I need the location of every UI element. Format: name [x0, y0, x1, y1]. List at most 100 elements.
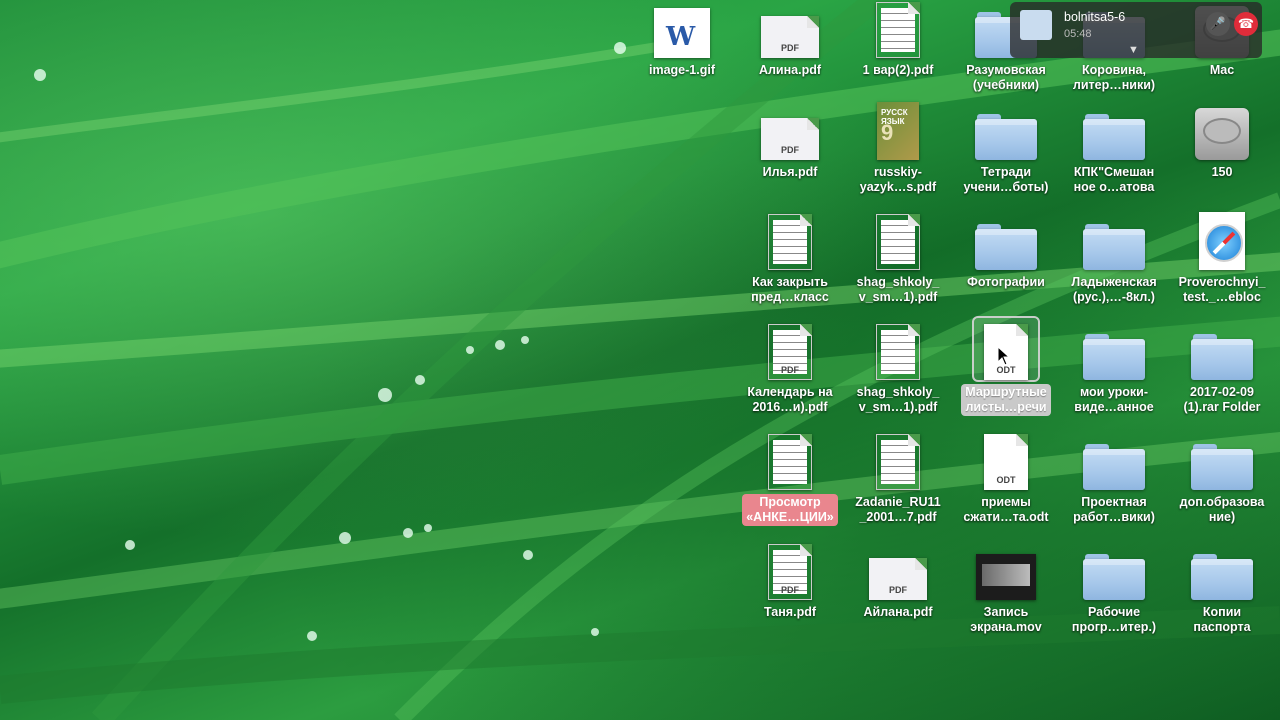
desktop-icon-label[interactable]: доп.образова ние): [1176, 494, 1269, 526]
desktop-icon[interactable]: Wimage-1.gif: [628, 0, 736, 106]
pdf-icon[interactable]: PDF: [758, 318, 822, 380]
desktop-icon-label[interactable]: Просмотр «АНКЕ…ЦИИ»: [742, 494, 838, 526]
desktop-icon-label[interactable]: Zadanie_RU11 _2001…7.pdf: [851, 494, 944, 526]
desktop-icon-label[interactable]: 2017-02-09 (1).rar Folder: [1179, 384, 1264, 416]
desktop-icon-label[interactable]: Коровина, литер…ники): [1069, 62, 1159, 94]
desktop-icon[interactable]: PDF Алина.pdf: [736, 0, 844, 106]
pdf-tag: PDF: [781, 365, 799, 375]
pdf-icon[interactable]: PDF: [758, 538, 822, 600]
desktop-icon[interactable]: PDF Календарь на 2016…и).pdf: [736, 318, 844, 428]
desktop-icon-label[interactable]: Разумовская (учебники): [962, 62, 1050, 94]
disk-icon[interactable]: [1190, 98, 1254, 160]
folder-icon[interactable]: [974, 208, 1038, 270]
pdf-wide-icon[interactable]: PDF: [866, 538, 930, 600]
pdf-wide-icon[interactable]: PDF: [758, 0, 822, 58]
desktop-icon[interactable]: ODT Маршрутные листы…речи: [952, 316, 1060, 428]
folder-icon[interactable]: [1082, 98, 1146, 160]
desktop-icon[interactable]: Просмотр «АНКЕ…ЦИИ»: [736, 428, 844, 538]
desktop-icon[interactable]: PDF Таня.pdf: [736, 538, 844, 648]
desktop-icon-label[interactable]: russkiy- yazyk…s.pdf: [856, 164, 940, 196]
desktop-icon-label[interactable]: Алина.pdf: [755, 62, 825, 79]
folder-icon[interactable]: [1082, 318, 1146, 380]
doc-lines-icon[interactable]: [758, 208, 822, 270]
desktop-icon-label[interactable]: Mac: [1206, 62, 1238, 79]
desktop-icon-label[interactable]: Маршрутные листы…речи: [961, 384, 1051, 416]
desktop-icon[interactable]: мои уроки- виде…анное: [1060, 318, 1168, 428]
desktop-icon[interactable]: Proverochnyi_ test._…ebloc: [1168, 208, 1276, 318]
desktop-icon[interactable]: 1 вар(2).pdf: [844, 0, 952, 106]
safari-icon[interactable]: [1190, 208, 1254, 270]
caller-avatar: [1020, 10, 1052, 40]
pdf-tag: PDF: [781, 145, 799, 155]
desktop-icon[interactable]: Тетради учени…боты): [952, 98, 1060, 208]
desktop-icon[interactable]: Zadanie_RU11 _2001…7.pdf: [844, 428, 952, 538]
desktop-icon-label[interactable]: мои уроки- виде…анное: [1070, 384, 1157, 416]
folder-icon[interactable]: [1082, 208, 1146, 270]
hang-up-icon[interactable]: ☎: [1234, 12, 1258, 36]
desktop-icon[interactable]: РУССК ЯЗЫК 9 russkiy- yazyk…s.pdf: [844, 98, 952, 208]
desktop-icon[interactable]: Запись экрана.mov: [952, 538, 1060, 648]
pdf-tag: PDF: [781, 43, 799, 53]
doc-lines-icon[interactable]: [866, 318, 930, 380]
pdf-tag: PDF: [889, 585, 907, 595]
mouse-cursor-icon: [997, 346, 1011, 366]
desktop-icon-label[interactable]: Рабочие прогр…итер.): [1068, 604, 1160, 636]
folder-icon[interactable]: [974, 98, 1038, 160]
desktop-icon[interactable]: КПК"Смешан ное о…атова: [1060, 98, 1168, 208]
desktop-icon-label[interactable]: Проектная работ…вики): [1069, 494, 1159, 526]
desktop-icon-label[interactable]: Айлана.pdf: [859, 604, 936, 621]
desktop-icon[interactable]: 2017-02-09 (1).rar Folder: [1168, 318, 1276, 428]
word-icon[interactable]: W: [650, 0, 714, 58]
desktop-icon-label[interactable]: 1 вар(2).pdf: [859, 62, 938, 79]
desktop-icon-label[interactable]: shag_shkoly_ v_sm…1).pdf: [853, 384, 944, 416]
folder-icon[interactable]: [1190, 428, 1254, 490]
desktop-icon-label[interactable]: Календарь на 2016…и).pdf: [743, 384, 836, 416]
desktop-icon[interactable]: Фотографии: [952, 208, 1060, 318]
desktop-icon[interactable]: Как закрыть пред…класс: [736, 208, 844, 318]
movie-icon[interactable]: [974, 538, 1038, 600]
doc-lines-icon[interactable]: [866, 208, 930, 270]
call-notification[interactable]: bolnitsa5-6 05:48 🎤 ☎ ▼: [1010, 2, 1262, 58]
desktop-icon[interactable]: ODT приемы сжати…та.odt: [952, 428, 1060, 538]
desktop-icon[interactable]: PDF Айлана.pdf: [844, 538, 952, 648]
doc-lines-icon[interactable]: [866, 0, 930, 58]
folder-icon[interactable]: [1190, 318, 1254, 380]
odt-icon[interactable]: ODT: [974, 428, 1038, 490]
desktop-icon[interactable]: Проектная работ…вики): [1060, 428, 1168, 538]
desktop-icon[interactable]: доп.образова ние): [1168, 428, 1276, 538]
desktop-icon-label[interactable]: Фотографии: [963, 274, 1049, 291]
doc-lines-icon[interactable]: [866, 428, 930, 490]
desktop-icon-label[interactable]: Таня.pdf: [760, 604, 820, 621]
pdf-wide-icon[interactable]: PDF: [758, 98, 822, 160]
desktop-icon-label[interactable]: Тетради учени…боты): [960, 164, 1053, 196]
desktop-icon-label[interactable]: Proverochnyi_ test._…ebloc: [1175, 274, 1270, 306]
call-duration: 05:48: [1064, 28, 1092, 40]
desktop-icon-label[interactable]: Ладыженская (рус.),…-8кл.): [1067, 274, 1160, 306]
desktop-icon-label[interactable]: КПК"Смешан ное о…атова: [1070, 164, 1159, 196]
desktop-icon-label[interactable]: Как закрыть пред…класс: [747, 274, 833, 306]
odt-tag: ODT: [996, 475, 1016, 485]
desktop-icon-label[interactable]: shag_shkoly_ v_sm…1).pdf: [853, 274, 944, 306]
desktop-icon[interactable]: shag_shkoly_ v_sm…1).pdf: [844, 208, 952, 318]
desktop-icon-label[interactable]: Копии паспорта: [1189, 604, 1254, 636]
desktop-icon[interactable]: Ладыженская (рус.),…-8кл.): [1060, 208, 1168, 318]
caller-name: bolnitsa5-6: [1064, 10, 1126, 24]
folder-icon[interactable]: [1082, 538, 1146, 600]
book-icon[interactable]: РУССК ЯЗЫК 9: [866, 98, 930, 160]
desktop-icon-label[interactable]: Илья.pdf: [759, 164, 822, 181]
desktop-icon[interactable]: 150: [1168, 98, 1276, 208]
desktop-icon[interactable]: Рабочие прогр…итер.): [1060, 538, 1168, 648]
desktop-icon-label[interactable]: Запись экрана.mov: [966, 604, 1045, 636]
desktop-icon[interactable]: Копии паспорта: [1168, 538, 1276, 648]
desktop-icon[interactable]: shag_shkoly_ v_sm…1).pdf: [844, 318, 952, 428]
desktop-icon[interactable]: PDF Илья.pdf: [736, 98, 844, 208]
doc-lines-icon[interactable]: [758, 428, 822, 490]
desktop-icon-label[interactable]: image-1.gif: [645, 62, 719, 79]
desktop-icon-label[interactable]: приемы сжати…та.odt: [959, 494, 1052, 526]
folder-icon[interactable]: [1190, 538, 1254, 600]
desktop-icon-label[interactable]: 150: [1208, 164, 1237, 181]
pin-icon[interactable]: ▼: [1128, 44, 1139, 56]
folder-icon[interactable]: [1082, 428, 1146, 490]
microphone-icon[interactable]: 🎤: [1206, 12, 1230, 36]
odt-tag: ODT: [996, 365, 1016, 375]
